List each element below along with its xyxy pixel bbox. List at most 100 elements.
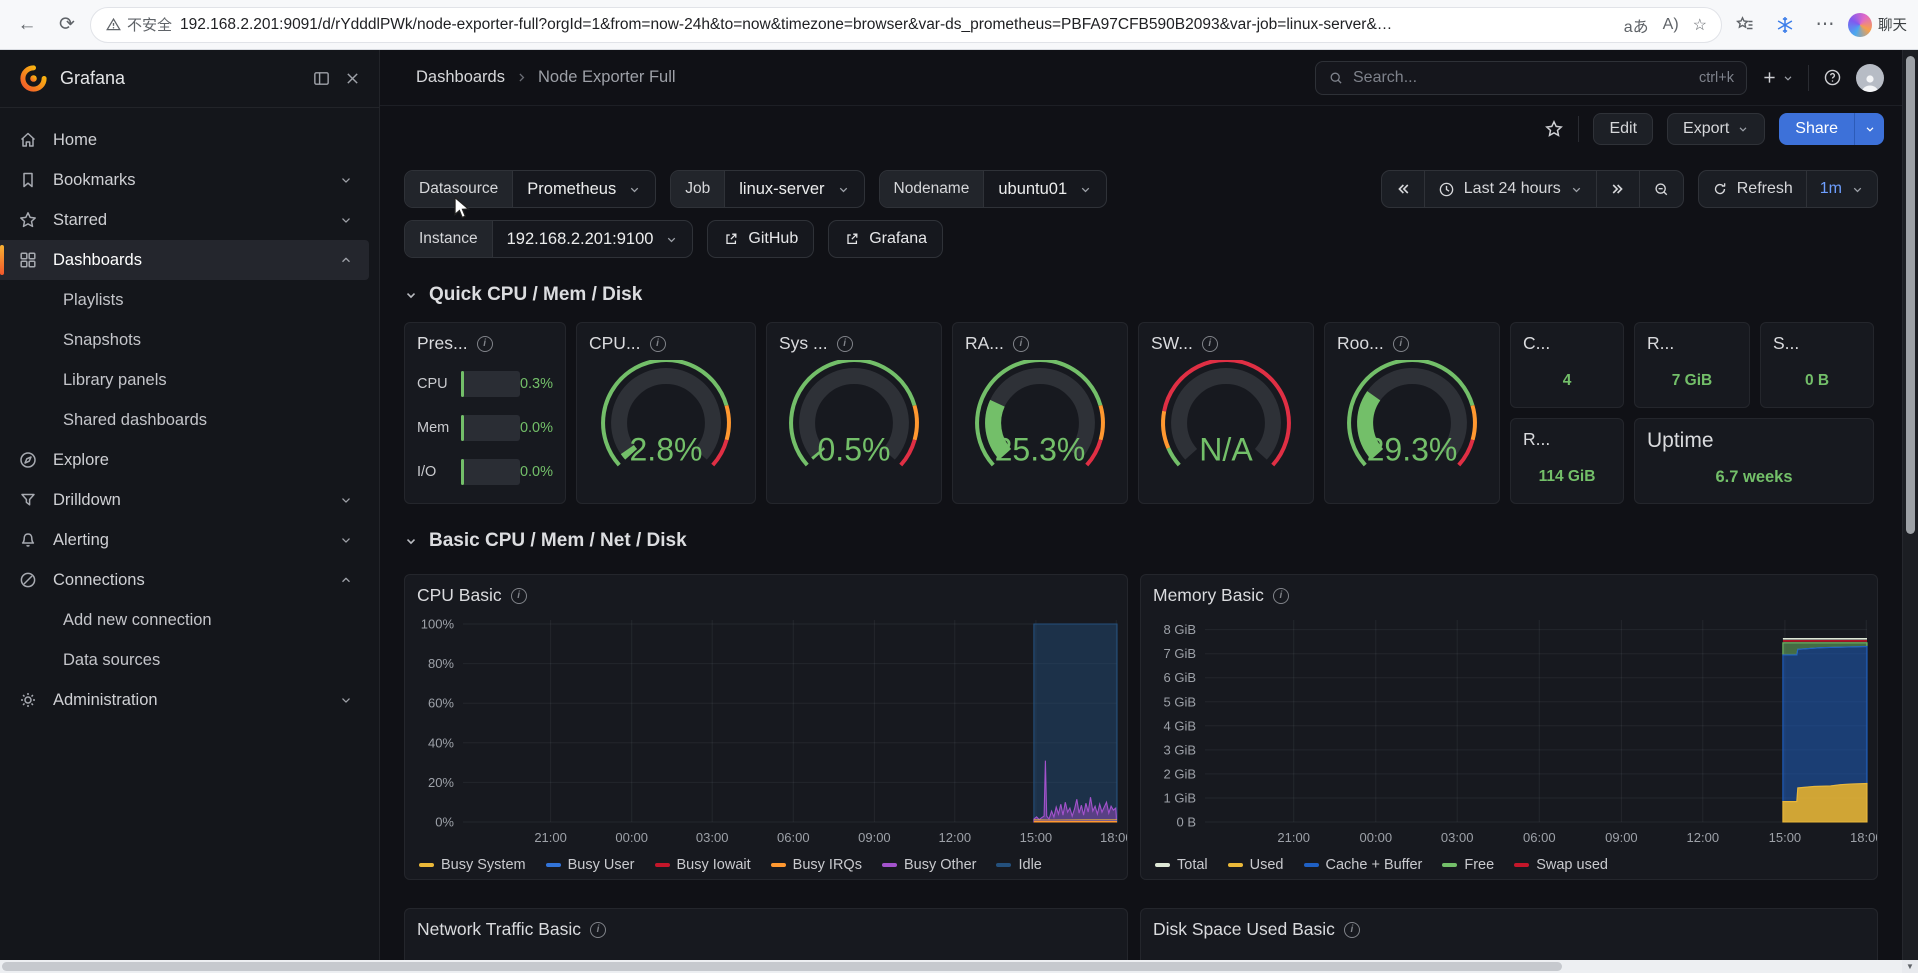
legend-item[interactable]: Swap used (1514, 857, 1608, 873)
var-pill-datasource[interactable]: Datasource Prometheus (404, 170, 656, 208)
info-icon[interactable]: i (1202, 336, 1218, 352)
edit-button[interactable]: Edit (1593, 113, 1653, 145)
vertical-scrollbar-thumb[interactable] (1906, 56, 1915, 534)
new-button[interactable] (1761, 69, 1794, 86)
time-range-button[interactable]: Last 24 hours (1424, 171, 1596, 207)
info-icon[interactable]: i (650, 336, 666, 352)
panel-stat-title[interactable]: Uptime (1635, 419, 1873, 459)
panel-gauge-1-title[interactable]: Sys ...i (767, 323, 941, 360)
favorite-star-icon[interactable]: ☆ (1693, 15, 1707, 35)
sidebar-item-home[interactable]: Home (0, 120, 369, 160)
info-icon[interactable]: i (1344, 922, 1360, 938)
section-header-quick[interactable]: Quick CPU / Mem / Disk (380, 258, 1902, 316)
browser-back-button[interactable]: ← (10, 8, 44, 42)
share-dropdown-button[interactable] (1854, 113, 1884, 145)
info-icon[interactable]: i (1273, 588, 1289, 604)
horizontal-scrollbar[interactable] (0, 960, 1902, 973)
gauge-value: N/A (1199, 432, 1253, 468)
extension-snowflake-icon[interactable] (1768, 8, 1802, 42)
panel-gauge-0-title[interactable]: CPU...i (577, 323, 755, 360)
sidebar-item-playlists[interactable]: Playlists (0, 280, 369, 320)
panel-bottom-1-title[interactable]: Disk Space Used Basici (1141, 909, 1877, 946)
export-button[interactable]: Export (1667, 113, 1765, 145)
grafana-link-button[interactable]: Grafana (828, 220, 943, 258)
panel-pressure-title[interactable]: Pres...i (405, 323, 565, 360)
time-shift-back-button[interactable] (1382, 171, 1424, 207)
panel-gauge-4-title[interactable]: Roo...i (1325, 323, 1499, 360)
chevron-up-icon (339, 573, 353, 587)
sidebar-item-shared-dashboards[interactable]: Shared dashboards (0, 400, 369, 440)
panel-gauge-3-title[interactable]: SW...i (1139, 323, 1313, 360)
favorites-bar-icon[interactable] (1728, 8, 1762, 42)
gauge-arc: 25.3% (954, 360, 1126, 479)
sidebar-item-library-panels[interactable]: Library panels (0, 360, 369, 400)
panel-stat-title[interactable]: S... (1761, 323, 1873, 360)
favorite-dashboard-star-icon[interactable] (1544, 119, 1564, 139)
close-sidebar-icon[interactable] (344, 70, 361, 87)
section-header-basic[interactable]: Basic CPU / Mem / Net / Disk (380, 504, 1902, 562)
horizontal-scrollbar-thumb[interactable] (2, 962, 1562, 971)
legend-item[interactable]: Idle (996, 857, 1041, 873)
info-icon[interactable]: i (590, 922, 606, 938)
info-icon[interactable]: i (477, 336, 493, 352)
pressure-row-mem: Mem0.0% (417, 408, 553, 448)
legend-item[interactable]: Free (1442, 857, 1494, 873)
panel-stat-title[interactable]: R... (1635, 323, 1749, 360)
legend-item[interactable]: Busy User (546, 857, 635, 873)
sidebar-item-bookmarks[interactable]: Bookmarks (0, 160, 369, 200)
info-icon[interactable]: i (1013, 336, 1029, 352)
var-pill-nodename[interactable]: Nodename ubuntu01 (879, 170, 1108, 208)
panel-gauge-2-title[interactable]: RA...i (953, 323, 1127, 360)
var-pill-job[interactable]: Job linux-server (670, 170, 864, 208)
zoom-out-button[interactable] (1639, 171, 1683, 207)
legend-item[interactable]: Busy System (419, 857, 526, 873)
sidebar-item-administration[interactable]: Administration (0, 680, 369, 720)
legend-item[interactable]: Busy Other (882, 857, 977, 873)
info-icon[interactable]: i (1393, 336, 1409, 352)
browser-refresh-button[interactable]: ⟳ (50, 8, 84, 42)
sidebar-item-dashboards[interactable]: Dashboards (0, 240, 369, 280)
legend-item[interactable]: Total (1155, 857, 1208, 873)
info-icon[interactable]: i (511, 588, 527, 604)
legend-swatch (655, 863, 670, 867)
chevron-down-icon (665, 233, 678, 246)
var-pill-instance[interactable]: Instance 192.168.2.201:9100 (404, 220, 693, 258)
copilot-button[interactable]: 聊天 (1848, 13, 1907, 37)
translate-icon[interactable]: aあ (1624, 13, 1649, 37)
refresh-button[interactable]: Refresh (1699, 171, 1806, 207)
sidebar-item-snapshots[interactable]: Snapshots (0, 320, 369, 360)
breadcrumb-item-dashboards[interactable]: Dashboards (416, 68, 505, 87)
sidebar-item-add-new-connection[interactable]: Add new connection (0, 600, 369, 640)
search-input[interactable]: Search... ctrl+k (1315, 61, 1747, 95)
pressure-row-io: I/O0.0% (417, 452, 553, 492)
sidebar-item-connections[interactable]: Connections (0, 560, 369, 600)
read-aloud-icon[interactable]: A) (1663, 16, 1679, 34)
refresh-interval-button[interactable]: 1m (1806, 171, 1877, 207)
panel-bottom-0-title[interactable]: Network Traffic Basici (405, 909, 1127, 946)
time-shift-forward-button[interactable] (1596, 171, 1639, 207)
panel-memory-basic-title[interactable]: Memory Basici (1141, 575, 1877, 612)
panel-stat-title[interactable]: C... (1511, 323, 1623, 360)
user-avatar[interactable] (1856, 64, 1884, 92)
chevron-down-icon (628, 183, 641, 196)
address-bar[interactable]: 不安全 192.168.2.201:9091/d/rYdddlPWk/node-… (90, 7, 1722, 43)
dock-sidebar-icon[interactable] (312, 69, 331, 88)
github-link-button[interactable]: GitHub (707, 220, 814, 258)
vertical-scrollbar[interactable] (1902, 50, 1918, 960)
sidebar-item-data-sources[interactable]: Data sources (0, 640, 369, 680)
browser-menu-icon[interactable]: ⋯ (1808, 8, 1842, 42)
legend-item[interactable]: Cache + Buffer (1304, 857, 1423, 873)
legend-item[interactable]: Busy Iowait (655, 857, 751, 873)
chevron-down-icon (1737, 123, 1749, 135)
info-icon[interactable]: i (837, 336, 853, 352)
legend-item[interactable]: Busy IRQs (771, 857, 862, 873)
panel-stat-title[interactable]: R... (1511, 419, 1623, 456)
share-button[interactable]: Share (1779, 113, 1854, 145)
panel-cpu-basic-title[interactable]: CPU Basici (405, 575, 1127, 612)
sidebar-item-drilldown[interactable]: Drilldown (0, 480, 369, 520)
sidebar-item-starred[interactable]: Starred (0, 200, 369, 240)
legend-item[interactable]: Used (1228, 857, 1284, 873)
sidebar-item-explore[interactable]: Explore (0, 440, 369, 480)
sidebar-item-alerting[interactable]: Alerting (0, 520, 369, 560)
help-button[interactable] (1823, 68, 1842, 87)
